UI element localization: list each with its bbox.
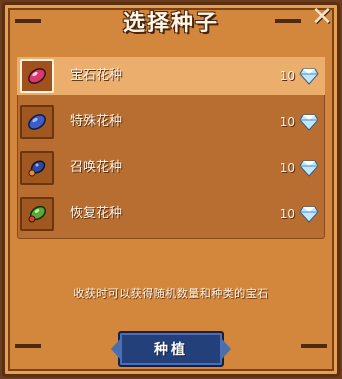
seed-count: 10 <box>279 69 295 83</box>
seed-row-summon[interactable]: 召唤花种 10 <box>17 149 325 187</box>
plant-button[interactable]: 种植 <box>111 331 231 367</box>
seed-slot <box>20 59 54 93</box>
dialog-title: 选择种子 <box>122 11 219 36</box>
seed-slot <box>20 105 54 139</box>
seed-count: 10 <box>279 207 295 221</box>
panel-ornament <box>301 344 327 348</box>
diamond-icon <box>299 68 319 85</box>
seed-name: 宝石花种 <box>70 68 123 83</box>
special-seed-icon <box>28 114 46 130</box>
plant-button-label: 种植 <box>154 342 188 358</box>
diamond-icon <box>299 114 319 131</box>
recovery-seed-icon <box>28 205 47 223</box>
panel-ornament <box>15 344 41 348</box>
seed-count: 10 <box>279 161 295 175</box>
seed-row-recovery[interactable]: 恢复花种 10 <box>17 195 325 233</box>
button-wing-right <box>222 339 231 359</box>
diamond-icon <box>299 160 319 177</box>
seed-list: 宝石花种 10 特殊花种 10 召唤花种 10 恢复花种 10 <box>17 57 325 239</box>
button-wing-left <box>111 339 120 359</box>
close-button[interactable]: ✕ <box>310 2 334 32</box>
seed-slot <box>20 151 54 185</box>
seed-name: 恢复花种 <box>70 206 123 221</box>
seed-slot <box>20 197 54 231</box>
harvest-hint: 收获时可以获得随机数量和种类的宝石 <box>73 287 269 300</box>
summon-seed-icon <box>28 160 46 177</box>
seed-name: 召唤花种 <box>70 160 123 175</box>
close-icon: ✕ <box>311 2 333 32</box>
seed-count: 10 <box>279 115 295 129</box>
seed-name: 特殊花种 <box>70 114 123 129</box>
seed-row-gem[interactable]: 宝石花种 10 <box>17 57 325 95</box>
gem-seed-icon <box>28 68 46 84</box>
dialog-header: 选择种子 <box>0 6 342 42</box>
diamond-icon <box>299 206 319 223</box>
seed-row-special[interactable]: 特殊花种 10 <box>17 103 325 141</box>
